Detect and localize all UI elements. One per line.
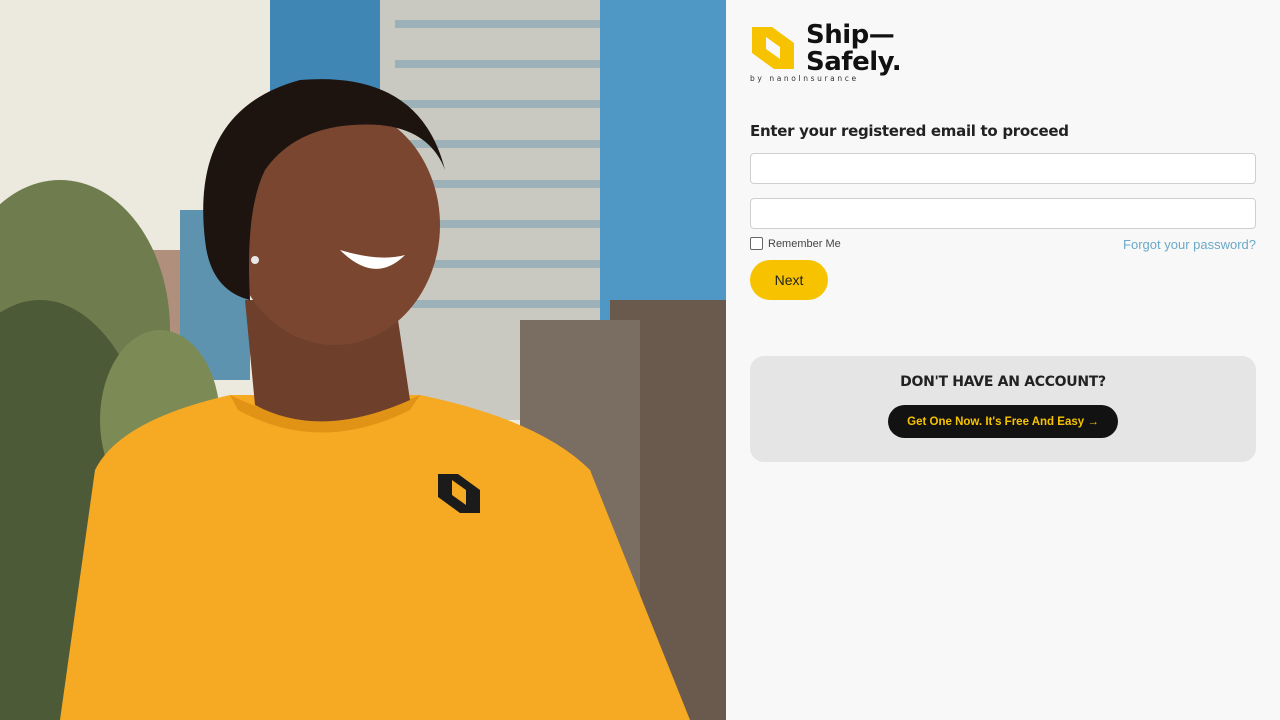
remember-me-label: Remember Me (768, 237, 841, 250)
signup-card: DON'T HAVE AN ACCOUNT? Get One Now. It's… (750, 356, 1256, 462)
brand-name-line2: Safely. (806, 47, 902, 77)
remember-me[interactable]: Remember Me (750, 237, 841, 250)
hero-image (0, 0, 726, 720)
brand-name-line1: Ship— (806, 20, 895, 50)
shipsafely-s-logo-icon (752, 27, 794, 69)
signup-button[interactable]: Get One Now. It's Free And Easy → (888, 405, 1118, 438)
brand-name: Ship— Safely. (806, 20, 902, 77)
login-prompt: Enter your registered email to proceed (750, 122, 1069, 140)
forgot-password-link[interactable]: Forgot your password? (1123, 237, 1256, 252)
next-button[interactable]: Next (750, 260, 828, 300)
brand-logo[interactable]: Ship— Safely. by nanoInsurance (750, 22, 910, 86)
email-field[interactable] (750, 153, 1256, 184)
brand-byline: by nanoInsurance (750, 74, 859, 83)
password-field[interactable] (750, 198, 1256, 229)
signup-title: DON'T HAVE AN ACCOUNT? (900, 374, 1106, 390)
hero-photo (0, 0, 726, 720)
checkbox-icon[interactable] (750, 237, 763, 250)
login-panel: Ship— Safely. by nanoInsurance Enter you… (726, 0, 1280, 720)
